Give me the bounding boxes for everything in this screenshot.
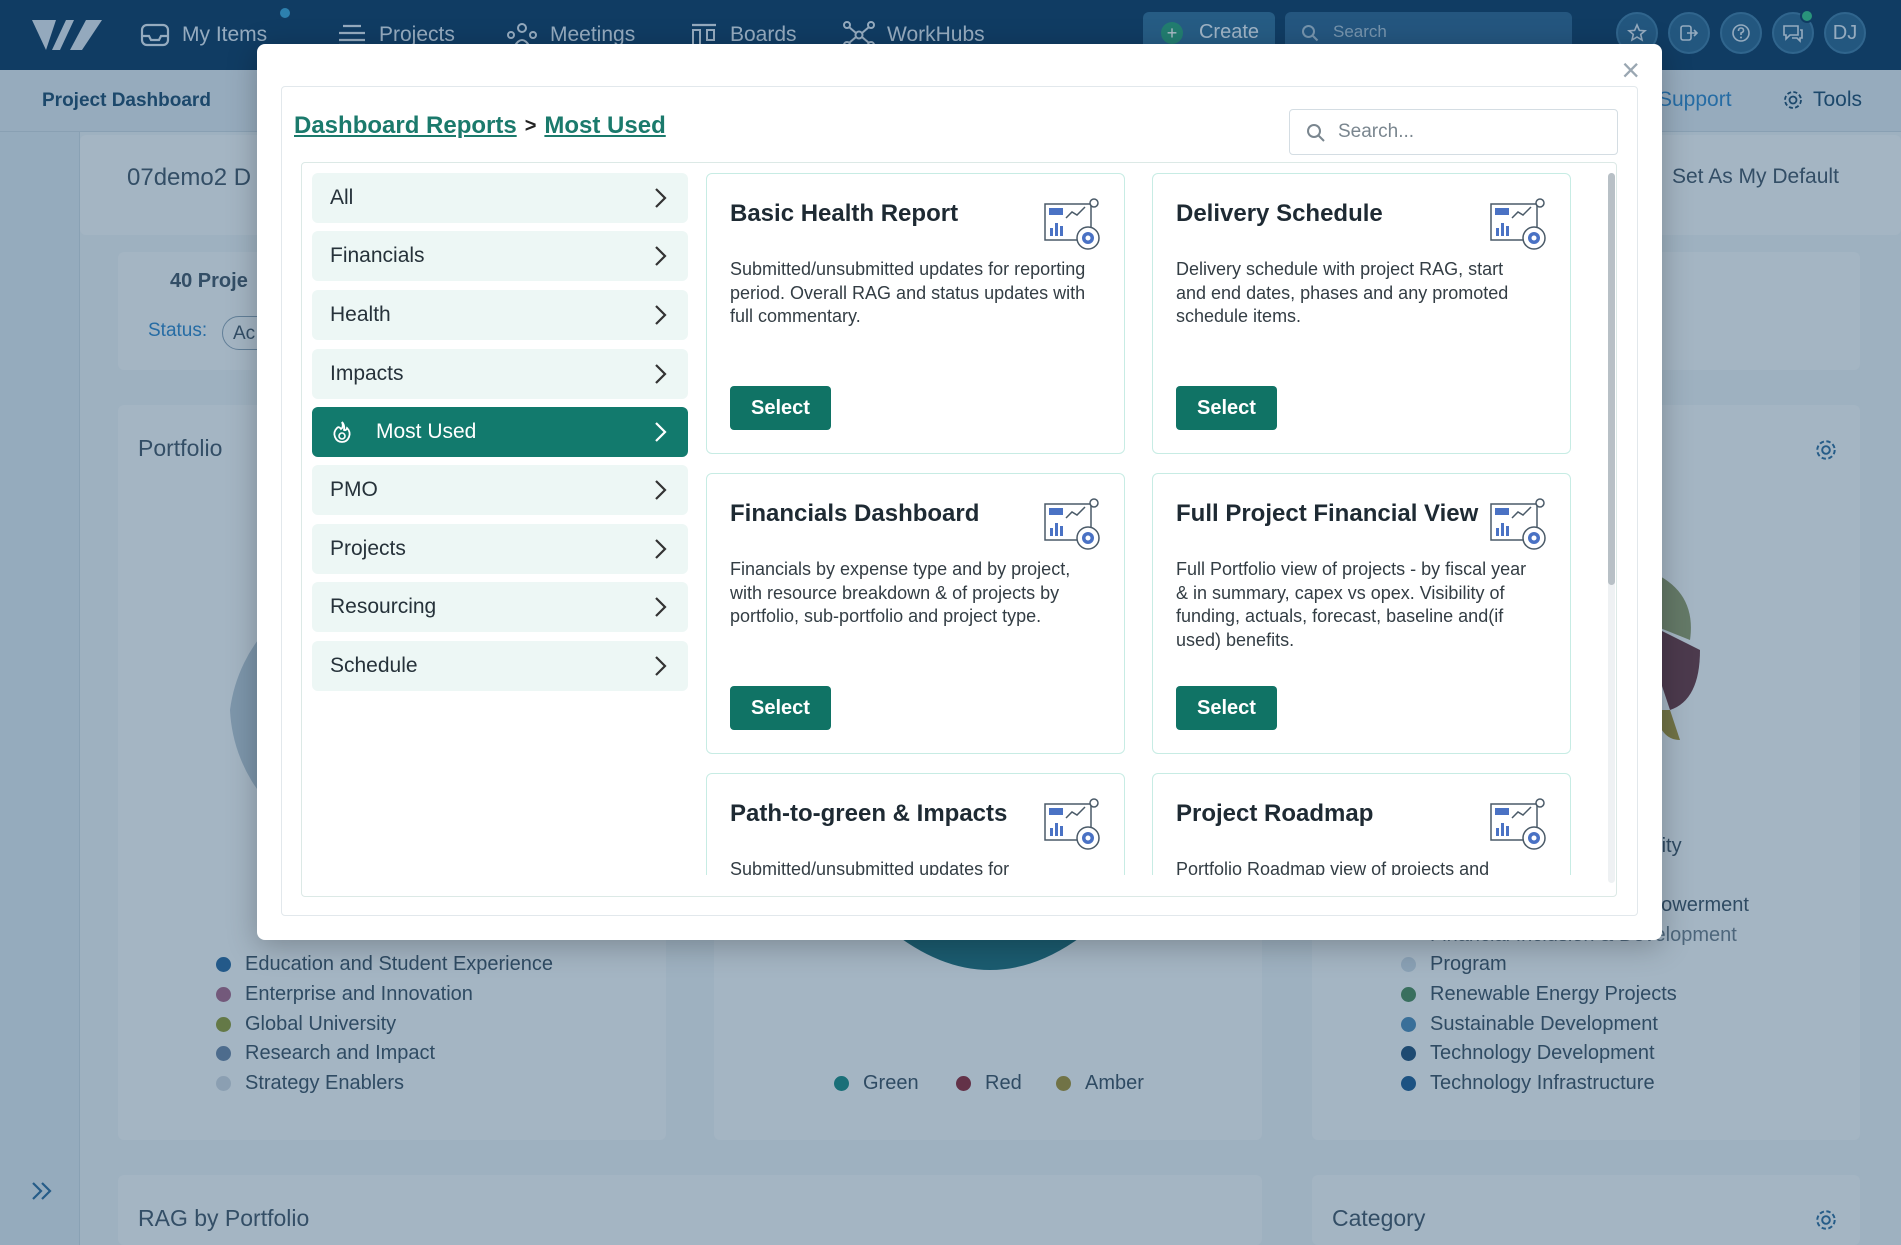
chevron-right-icon	[655, 480, 667, 500]
reports-content-area: All Financials Health Impacts Most Used …	[301, 162, 1617, 897]
report-chart-icon	[1490, 798, 1546, 850]
category-projects[interactable]: Projects	[312, 524, 688, 574]
report-title: Path-to-green & Impacts	[730, 800, 1008, 827]
report-title: Delivery Schedule	[1176, 200, 1383, 227]
report-card-full-project-financial-view: Full Project Financial View Full Portfol…	[1152, 473, 1571, 754]
report-title: Full Project Financial View	[1176, 500, 1479, 527]
report-title: Basic Health Report	[730, 200, 959, 227]
category-label: Health	[330, 303, 391, 326]
select-button[interactable]: Select	[730, 386, 831, 430]
report-chart-icon	[1044, 798, 1100, 850]
search-placeholder: Search...	[1338, 121, 1415, 142]
select-button[interactable]: Select	[1176, 686, 1277, 730]
select-button[interactable]: Select	[1176, 386, 1277, 430]
search-icon	[1307, 124, 1325, 142]
category-schedule[interactable]: Schedule	[312, 641, 688, 691]
category-all[interactable]: All	[312, 173, 688, 223]
chevron-right-icon	[655, 305, 667, 325]
chevron-right-icon	[655, 597, 667, 617]
chevron-right-icon	[655, 539, 667, 559]
report-title: Financials Dashboard	[730, 500, 980, 527]
category-label: PMO	[330, 478, 378, 501]
dashboard-reports-modal: × Dashboard Reports > Most Used Search..…	[257, 44, 1662, 940]
breadcrumb-separator: >	[524, 114, 537, 137]
report-description: Financials by expense type and by projec…	[730, 559, 1071, 626]
category-label: Impacts	[330, 362, 404, 385]
report-card-financials-dashboard: Financials Dashboard Financials by expen…	[706, 473, 1125, 754]
report-search-input[interactable]: Search...	[1289, 109, 1618, 155]
breadcrumb-current-link[interactable]: Most Used	[544, 112, 665, 140]
chevron-right-icon	[655, 246, 667, 266]
scrollbar-thumb[interactable]	[1608, 173, 1615, 585]
category-pmo[interactable]: PMO	[312, 465, 688, 515]
chevron-right-icon	[655, 656, 667, 676]
report-chart-icon	[1490, 198, 1546, 250]
category-health[interactable]: Health	[312, 290, 688, 340]
category-label: Schedule	[330, 654, 418, 677]
clip-mask	[697, 875, 1607, 896]
category-label: Financials	[330, 244, 425, 267]
fire-icon	[333, 421, 351, 443]
report-card-basic-health-report: Basic Health Report Submitted/unsubmitte…	[706, 173, 1125, 454]
report-description: Submitted/unsubmitted updates for report…	[730, 259, 1086, 326]
category-label: Projects	[330, 537, 406, 560]
category-financials[interactable]: Financials	[312, 231, 688, 281]
breadcrumb: Dashboard Reports > Most Used	[294, 112, 666, 140]
close-icon[interactable]: ×	[1621, 54, 1640, 86]
report-chart-icon	[1044, 498, 1100, 550]
chevron-right-icon	[655, 188, 667, 208]
breadcrumb-root-link[interactable]: Dashboard Reports	[294, 112, 517, 140]
report-description: Full Portfolio view of projects - by fis…	[1176, 559, 1527, 650]
category-resourcing[interactable]: Resourcing	[312, 582, 688, 632]
category-label: Resourcing	[330, 595, 437, 618]
select-button[interactable]: Select	[730, 686, 831, 730]
category-label: All	[330, 186, 354, 209]
category-most-used[interactable]: Most Used	[312, 407, 688, 457]
report-description: Delivery schedule with project RAG, star…	[1176, 259, 1509, 326]
category-label: Most Used	[376, 420, 477, 443]
category-impacts[interactable]: Impacts	[312, 349, 688, 399]
chevron-right-icon	[655, 364, 667, 384]
report-chart-icon	[1490, 498, 1546, 550]
reports-scrollbar[interactable]	[1608, 173, 1615, 883]
report-chart-icon	[1044, 198, 1100, 250]
chevron-right-icon	[655, 422, 667, 442]
report-card-delivery-schedule: Delivery Schedule Delivery schedule with…	[1152, 173, 1571, 454]
report-title: Project Roadmap	[1176, 800, 1374, 827]
